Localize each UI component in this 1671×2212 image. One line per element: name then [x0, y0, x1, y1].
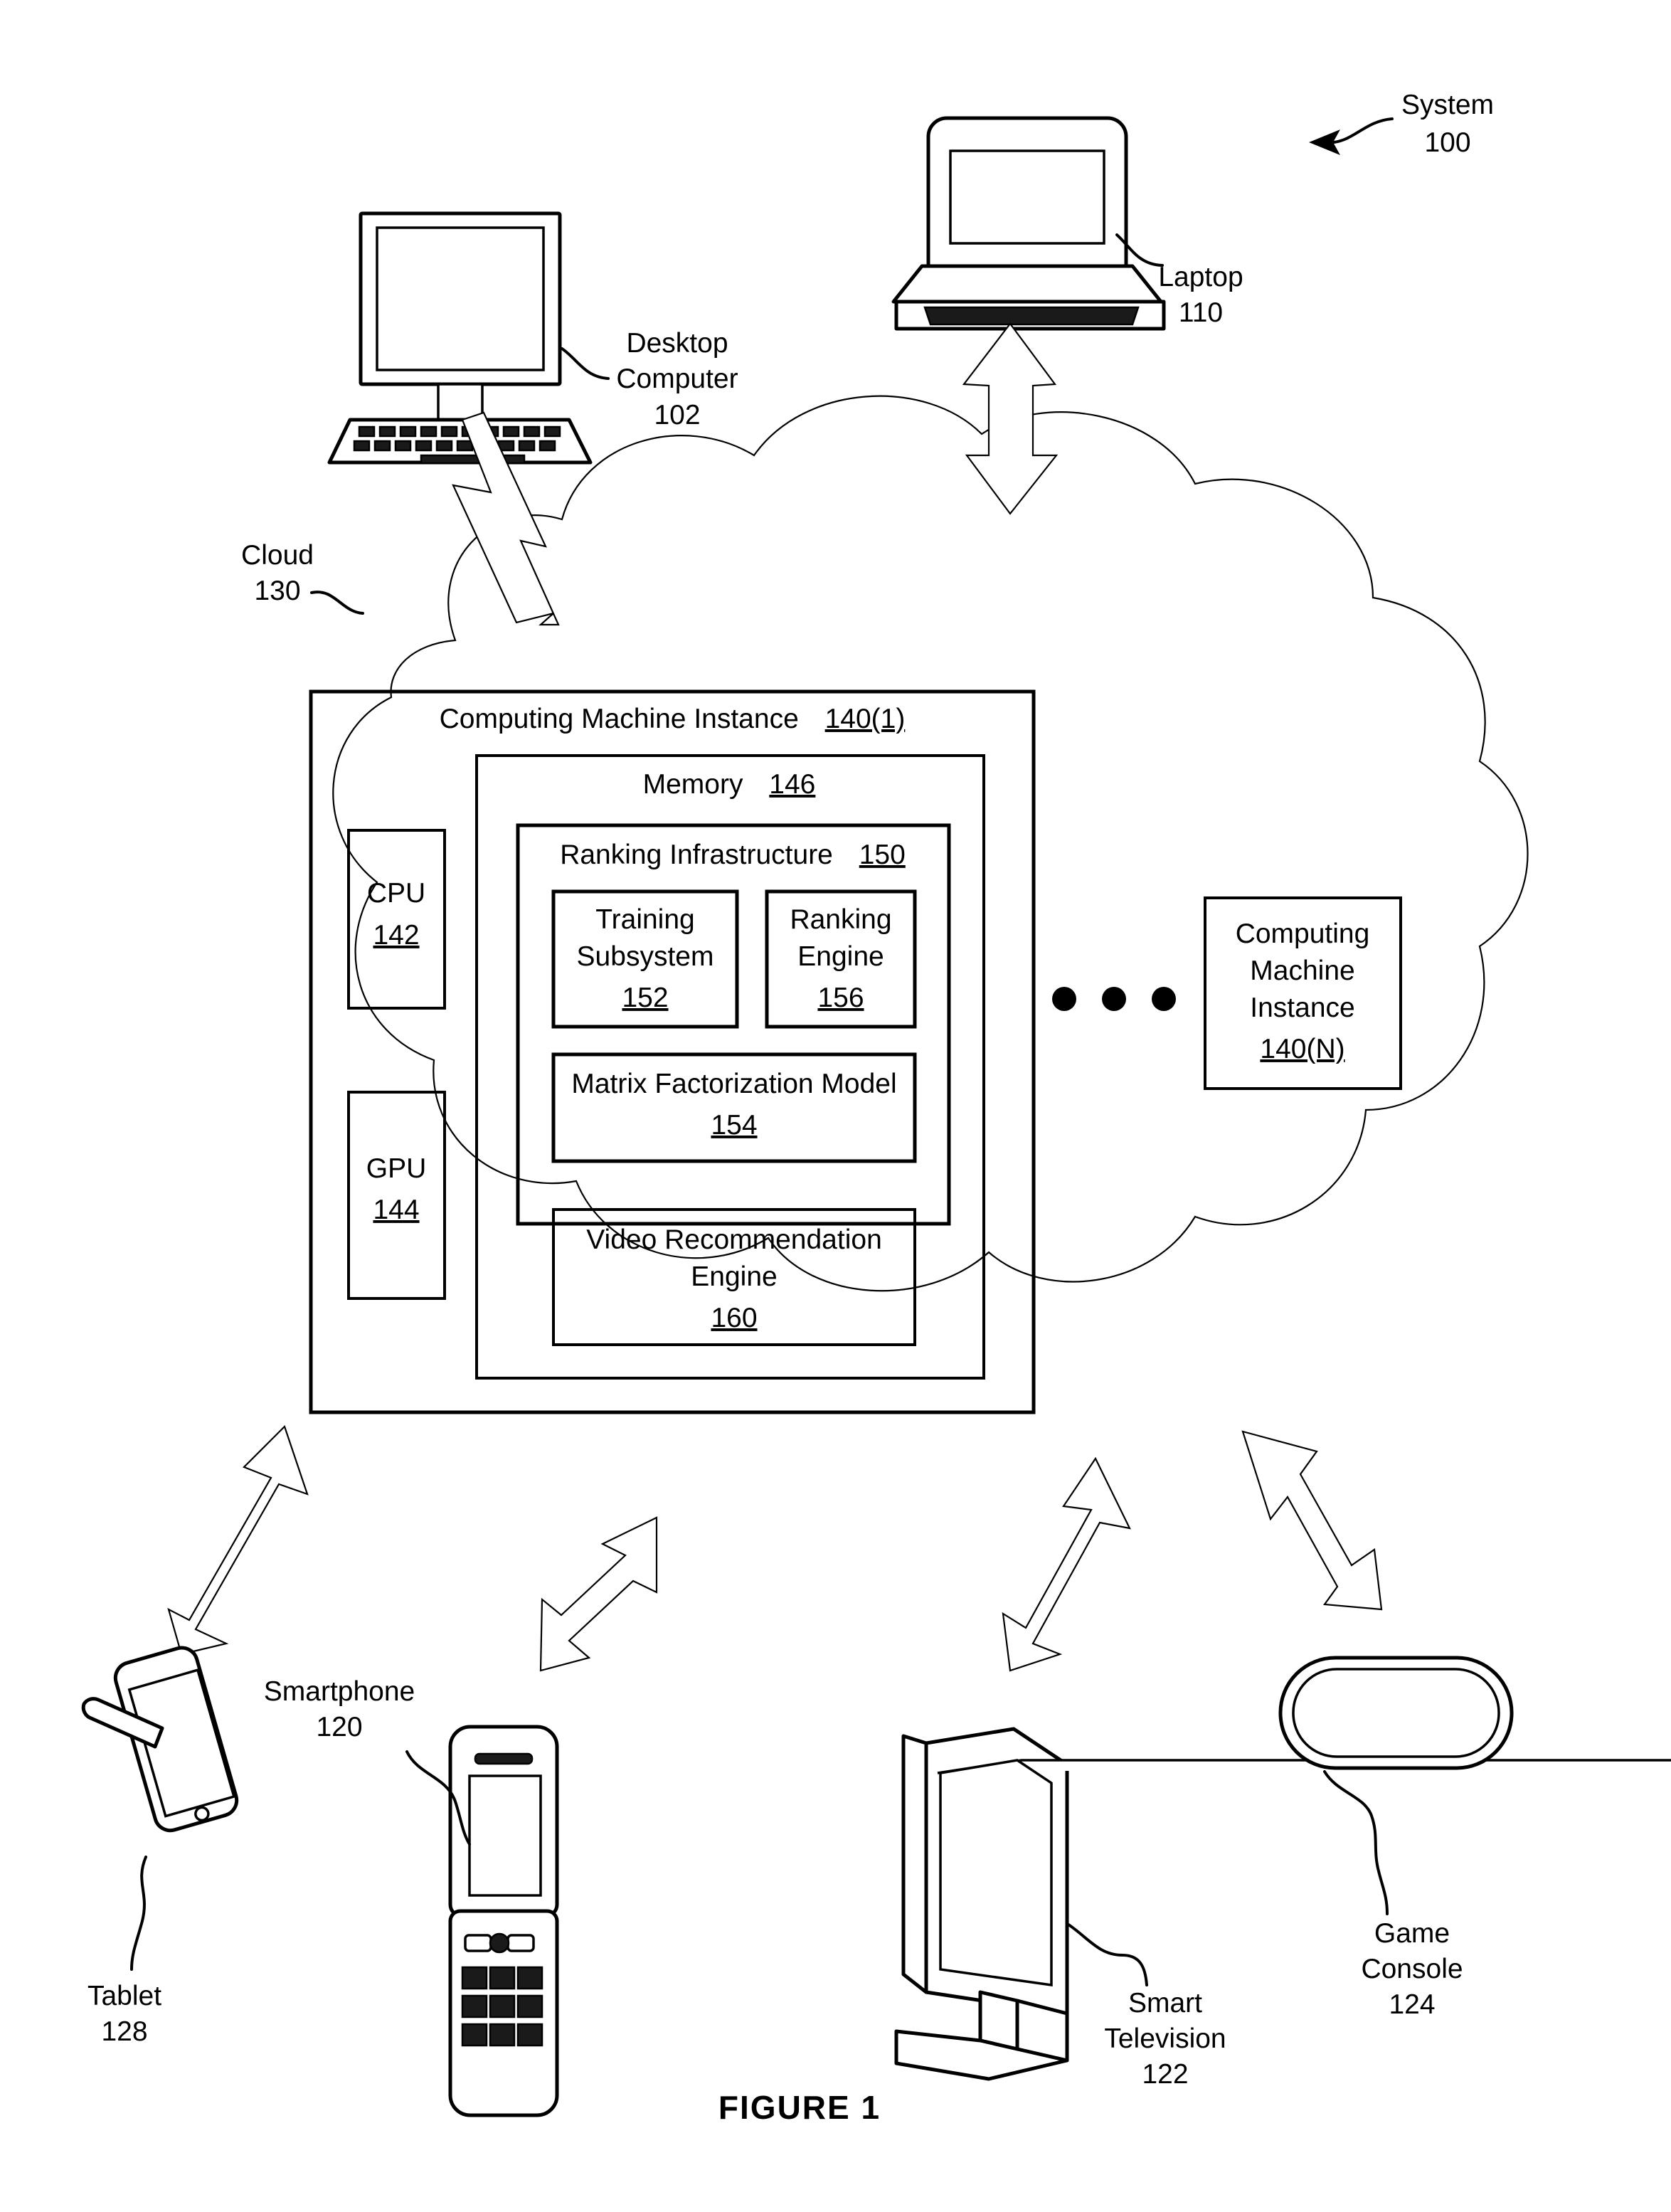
- system-label: System: [1401, 90, 1494, 120]
- ellipsis-dots: [1052, 987, 1176, 1011]
- game-console-ref: 124: [1389, 1989, 1435, 2020]
- cmi-title: Computing Machine Instance 140(1): [440, 704, 906, 734]
- gpu-title: GPU: [366, 1153, 427, 1184]
- cmi-ref: 140(1): [825, 704, 906, 734]
- laptop-label: Laptop: [1158, 262, 1243, 292]
- matrix-factorization-title: Matrix Factorization Model: [571, 1069, 896, 1099]
- cmi-n-ref: 140(N): [1260, 1034, 1344, 1064]
- video-rec-ref: 160: [711, 1303, 757, 1333]
- desktop-computer-label-line2: Computer: [616, 364, 738, 394]
- figure-canvas: Cloud 130 System 100 Desktop Computer 10…: [0, 0, 1671, 2212]
- laptop-ref: 110: [1179, 297, 1223, 328]
- video-rec-line1: Video Recommendation: [586, 1224, 882, 1255]
- cmi-title-text: Computing Machine Instance: [440, 704, 799, 734]
- smartphone-icon: [448, 1725, 559, 2117]
- cloud-ref: 130: [254, 576, 300, 606]
- keypad-keys: [461, 1966, 543, 2047]
- ri-ref: 150: [859, 840, 906, 870]
- cpu-title: CPU: [367, 878, 425, 909]
- laptop-icon: [891, 116, 1166, 331]
- cloud-label: Cloud: [241, 540, 314, 571]
- memory-title: Memory 146: [643, 769, 816, 800]
- game-console-icon: [1278, 1656, 1514, 1770]
- smart-television-label-line2: Television: [1104, 2023, 1226, 2054]
- smart-television-ref: 122: [1142, 2059, 1188, 2090]
- smart-television-label-line1: Smart: [1128, 1988, 1202, 2018]
- desktop-computer-icon: [327, 211, 593, 465]
- patent-figure-1: Cloud 130 System 100 Desktop Computer 10…: [0, 0, 1671, 2212]
- gpu-ref: 144: [373, 1195, 419, 1225]
- game-console-label-line2: Console: [1361, 1954, 1463, 1984]
- cpu-ref: 142: [373, 920, 419, 951]
- ri-title-text: Ranking Infrastructure: [560, 840, 833, 870]
- cmi-n-line2: Machine: [1250, 956, 1354, 986]
- tablet-ref: 128: [101, 2016, 147, 2047]
- figure-caption: FIGURE 1: [718, 2089, 881, 2126]
- memory-ref: 146: [769, 769, 815, 800]
- smartphone-ref: 120: [316, 1712, 362, 1742]
- video-rec-line2: Engine: [691, 1261, 777, 1292]
- ranking-engine-line1: Ranking: [790, 904, 891, 935]
- matrix-factorization-ref: 154: [711, 1110, 757, 1141]
- ranking-engine-line2: Engine: [797, 941, 884, 972]
- training-subsystem-line1: Training: [595, 904, 694, 935]
- system-ref: 100: [1424, 127, 1470, 158]
- cmi-n-line3: Instance: [1250, 993, 1354, 1023]
- smartphone-label: Smartphone: [264, 1676, 415, 1707]
- desktop-computer-ref: 102: [654, 400, 700, 430]
- game-console-label-line1: Game: [1374, 1918, 1450, 1949]
- tablet-label: Tablet: [87, 1981, 161, 2011]
- cmi-n-line1: Computing: [1236, 919, 1370, 949]
- desktop-computer-label-line1: Desktop: [626, 328, 728, 359]
- memory-title-text: Memory: [643, 769, 743, 800]
- ranking-engine-ref: 156: [817, 983, 864, 1013]
- training-subsystem-line2: Subsystem: [577, 941, 714, 972]
- training-subsystem-ref: 152: [622, 983, 668, 1013]
